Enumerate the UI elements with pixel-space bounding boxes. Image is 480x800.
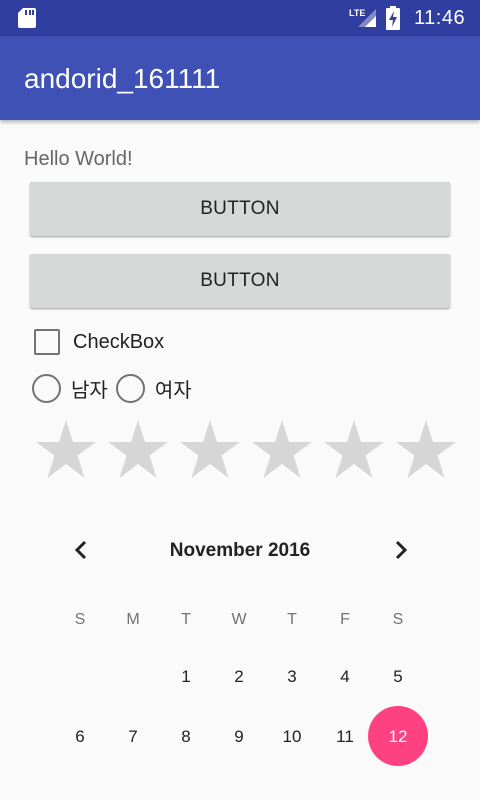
weekday-label: T	[287, 611, 297, 628]
hello-text: Hello World!	[24, 148, 133, 170]
radio-male[interactable]	[32, 373, 61, 403]
radio-female[interactable]	[115, 373, 145, 403]
calendar-day[interactable]: 3	[272, 667, 312, 687]
calendar-day[interactable]: 2	[219, 667, 259, 687]
weekday-label: W	[231, 611, 247, 628]
clock: 11:46	[414, 7, 466, 29]
calendar-day[interactable]: 9	[219, 727, 259, 747]
weekday-label: M	[126, 611, 140, 628]
calendar-day[interactable]: 6	[60, 727, 100, 747]
rating-bar[interactable]	[30, 420, 462, 480]
checkbox-box[interactable]	[34, 329, 60, 355]
calendar-day[interactable]: 7	[113, 727, 153, 747]
weekday-label: S	[74, 611, 86, 628]
star-icon-4[interactable]	[246, 420, 318, 480]
radio-male-label[interactable]: 남자	[71, 374, 108, 403]
star-icon-1[interactable]	[30, 420, 102, 480]
button-2[interactable]: BUTTON	[30, 254, 450, 308]
star-icon-5[interactable]	[318, 420, 390, 480]
calendar-day[interactable]: 8	[166, 727, 206, 747]
calendar-day[interactable]: 1	[166, 667, 206, 687]
button-1[interactable]: BUTTON	[30, 182, 450, 236]
calendar-day[interactable]: 5	[378, 667, 418, 687]
calendar-day[interactable]: 11	[325, 727, 365, 747]
battery-charging-icon	[386, 6, 400, 30]
radio-female-label[interactable]: 여자	[155, 374, 192, 403]
star-icon-6[interactable]	[390, 420, 462, 480]
checkbox-label[interactable]: CheckBox	[73, 331, 164, 354]
star-icon-3[interactable]	[174, 420, 246, 480]
weekday-label: S	[392, 611, 404, 628]
weekday-label: F	[340, 611, 350, 628]
app-title: andorid_161111	[24, 63, 221, 94]
chevron-right-icon[interactable]	[388, 538, 412, 562]
app-bar: andorid_161111	[0, 36, 480, 120]
calendar-header: November 2016	[0, 530, 480, 572]
calendar-day-selected[interactable]: 12	[378, 727, 418, 747]
lte-signal-icon: LTE	[349, 8, 376, 27]
checkbox[interactable]: CheckBox	[34, 327, 164, 357]
network-label: LTE	[349, 8, 365, 18]
calendar-day[interactable]: 4	[325, 667, 365, 687]
radio-group: 남자 여자	[32, 372, 192, 404]
sd-card-icon	[18, 8, 36, 28]
calendar-day[interactable]: 10	[272, 727, 312, 747]
weekday-label: T	[181, 611, 191, 628]
star-icon-2[interactable]	[102, 420, 174, 480]
status-bar: LTE 11:46	[0, 0, 480, 36]
